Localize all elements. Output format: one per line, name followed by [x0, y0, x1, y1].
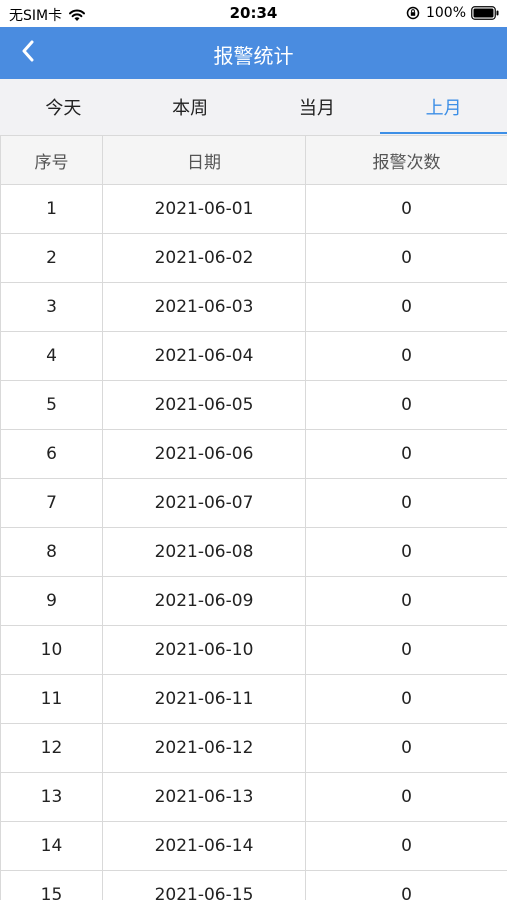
cell-date: 2021-06-03 — [102, 282, 306, 332]
cell-date: 2021-06-02 — [102, 233, 306, 283]
cell-index: 8 — [0, 527, 103, 577]
cell-date: 2021-06-06 — [102, 429, 306, 479]
status-bar: 无SIM卡 20:34 100% — [0, 0, 507, 27]
cell-alarm-count: 0 — [305, 821, 507, 871]
cell-index: 12 — [0, 723, 103, 773]
table-row: 6 2021-06-06 0 — [0, 429, 507, 479]
cell-alarm-count: 0 — [305, 233, 507, 283]
status-right: 100% — [406, 5, 499, 21]
cell-alarm-count: 0 — [305, 723, 507, 773]
cell-date: 2021-06-01 — [102, 184, 306, 234]
cell-date: 2021-06-15 — [102, 870, 306, 900]
cell-alarm-count: 0 — [305, 870, 507, 900]
table-row: 1 2021-06-01 0 — [0, 184, 507, 234]
table-row: 12 2021-06-12 0 — [0, 723, 507, 773]
cell-index: 5 — [0, 380, 103, 430]
cell-alarm-count: 0 — [305, 184, 507, 234]
table-row: 9 2021-06-09 0 — [0, 576, 507, 626]
cell-index: 13 — [0, 772, 103, 822]
cell-index: 10 — [0, 625, 103, 675]
cell-date: 2021-06-11 — [102, 674, 306, 724]
table-row: 2 2021-06-02 0 — [0, 233, 507, 283]
alarm-table-container[interactable]: 序号 日期 报警次数 1 2021-06-01 0 2 2021-06-02 0 3 20… — [0, 135, 507, 900]
table-header-row: 序号 日期 报警次数 — [0, 135, 507, 185]
cell-index: 3 — [0, 282, 103, 332]
cell-date: 2021-06-07 — [102, 478, 306, 528]
cell-date: 2021-06-14 — [102, 821, 306, 871]
table-row: 13 2021-06-13 0 — [0, 772, 507, 822]
battery-icon — [471, 6, 499, 20]
nav-bar: 报警统计 — [0, 27, 507, 79]
cell-index: 2 — [0, 233, 103, 283]
table-row: 11 2021-06-11 0 — [0, 674, 507, 724]
table-row: 14 2021-06-14 0 — [0, 821, 507, 871]
table-row: 10 2021-06-10 0 — [0, 625, 507, 675]
table-row: 4 2021-06-04 0 — [0, 331, 507, 381]
alarm-table: 序号 日期 报警次数 1 2021-06-01 0 2 2021-06-02 0 3 20… — [0, 135, 507, 900]
cell-date: 2021-06-13 — [102, 772, 306, 822]
cell-alarm-count: 0 — [305, 772, 507, 822]
cell-index: 1 — [0, 184, 103, 234]
table-row: 7 2021-06-07 0 — [0, 478, 507, 528]
cell-alarm-count: 0 — [305, 674, 507, 724]
tab-this-month[interactable]: 当月 — [254, 79, 381, 135]
header-alarm-count: 报警次数 — [305, 135, 507, 185]
table-row: 8 2021-06-08 0 — [0, 527, 507, 577]
cell-date: 2021-06-05 — [102, 380, 306, 430]
cell-alarm-count: 0 — [305, 625, 507, 675]
table-row: 5 2021-06-05 0 — [0, 380, 507, 430]
cell-alarm-count: 0 — [305, 576, 507, 626]
battery-percent: 100% — [425, 5, 466, 21]
table-row: 15 2021-06-15 0 — [0, 870, 507, 900]
tab-this-week[interactable]: 本周 — [127, 79, 254, 135]
period-tabs: 今天 本周 当月 上月 — [0, 79, 507, 135]
cell-date: 2021-06-08 — [102, 527, 306, 577]
rotation-lock-icon — [406, 6, 420, 20]
cell-index: 6 — [0, 429, 103, 479]
cell-date: 2021-06-10 — [102, 625, 306, 675]
cell-alarm-count: 0 — [305, 527, 507, 577]
cell-alarm-count: 0 — [305, 331, 507, 381]
header-date: 日期 — [102, 135, 306, 185]
header-index: 序号 — [0, 135, 103, 185]
cell-alarm-count: 0 — [305, 429, 507, 479]
cell-alarm-count: 0 — [305, 282, 507, 332]
cell-index: 9 — [0, 576, 103, 626]
tab-last-month[interactable]: 上月 — [380, 79, 507, 135]
table-body: 1 2021-06-01 0 2 2021-06-02 0 3 2021-06-03 0 4… — [0, 184, 507, 900]
page-title: 报警统计 — [213, 44, 294, 68]
tab-today[interactable]: 今天 — [0, 79, 127, 135]
cell-index: 11 — [0, 674, 103, 724]
cell-index: 14 — [0, 821, 103, 871]
cell-date: 2021-06-04 — [102, 331, 306, 381]
screen: 无SIM卡 20:34 100% 报警统计 今天 本周 当月 上月 序号 日期 … — [0, 0, 507, 900]
cell-index: 4 — [0, 331, 103, 381]
table-row: 3 2021-06-03 0 — [0, 282, 507, 332]
cell-index: 15 — [0, 870, 103, 900]
cell-alarm-count: 0 — [305, 380, 507, 430]
cell-alarm-count: 0 — [305, 478, 507, 528]
cell-date: 2021-06-12 — [102, 723, 306, 773]
cell-date: 2021-06-09 — [102, 576, 306, 626]
cell-index: 7 — [0, 478, 103, 528]
